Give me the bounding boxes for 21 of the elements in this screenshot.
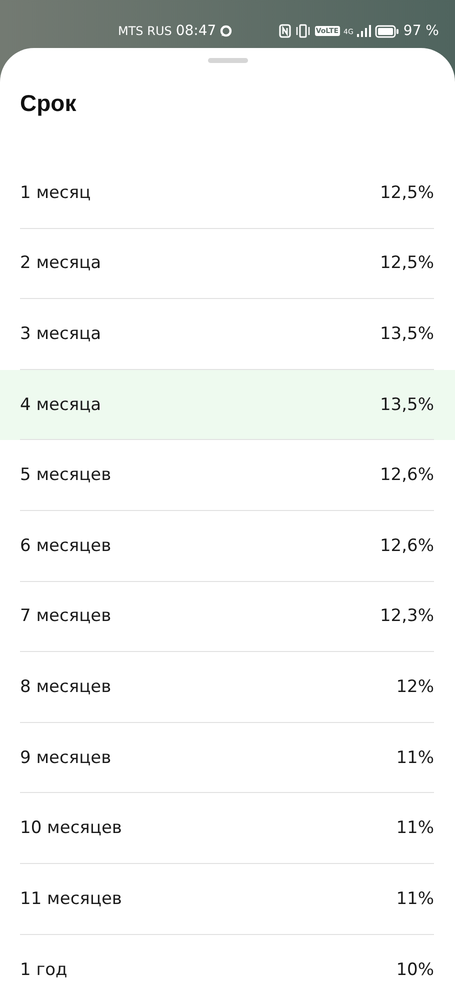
term-option[interactable]: 1 год 10%	[0, 934, 455, 1000]
drag-handle[interactable]	[208, 58, 248, 63]
vibrate-icon	[294, 24, 311, 38]
term-option[interactable]: 2 месяца 12,5%	[0, 228, 455, 300]
signal-icon	[357, 25, 372, 37]
battery-percent: 97 %	[403, 23, 439, 39]
term-option[interactable]: 6 месяцев 12,6%	[0, 510, 455, 582]
term-option[interactable]: 7 месяцев 12,3%	[0, 582, 455, 652]
sheet-title: Срок	[20, 89, 78, 118]
carrier-name: MTS RUS	[118, 24, 172, 38]
battery-icon	[375, 24, 400, 38]
term-option[interactable]: 4 месяца 13,5%	[0, 370, 455, 440]
term-option[interactable]: 10 месяцев 11%	[0, 793, 455, 864]
term-option[interactable]: 9 месяцев 11%	[0, 722, 455, 794]
term-option[interactable]: 5 месяцев 12,6%	[0, 440, 455, 511]
nfc-icon	[278, 24, 291, 38]
term-option[interactable]: 11 месяцев 11%	[0, 864, 455, 935]
chat-icon	[220, 25, 232, 37]
term-option[interactable]: 1 месяц 12,5%	[0, 158, 455, 229]
term-option[interactable]: 8 месяцев 12%	[0, 652, 455, 723]
clock: 08:47	[176, 23, 216, 39]
